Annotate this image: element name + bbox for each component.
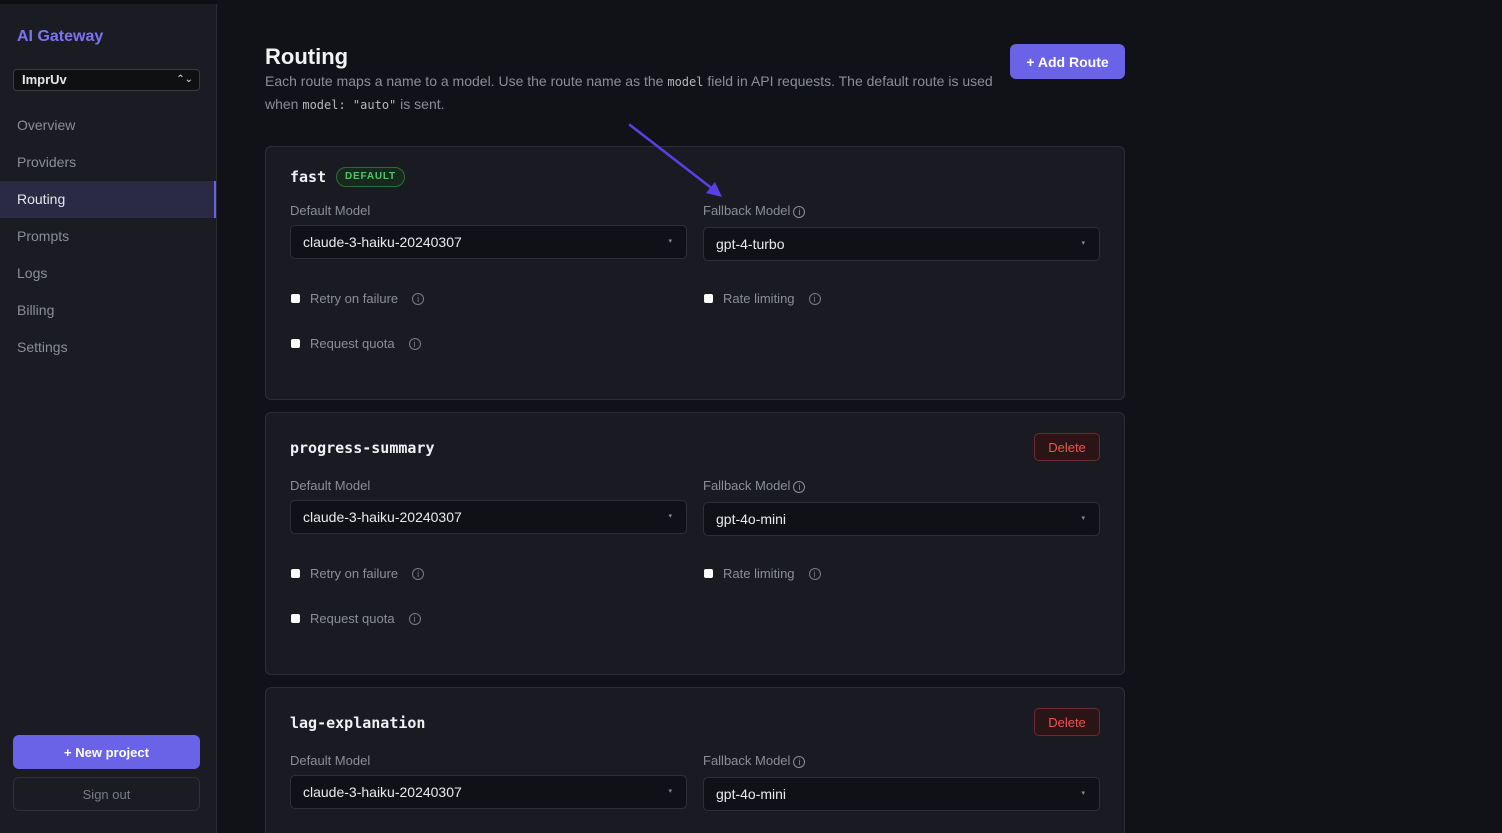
new-project-button[interactable]: + New project — [13, 735, 200, 769]
route-name: fast — [290, 168, 327, 186]
sidebar-item-settings[interactable]: Settings — [0, 329, 216, 366]
checkbox[interactable] — [704, 294, 713, 303]
rate-limiting-label: Rate limiting — [723, 291, 795, 306]
default-model-label: Default Model — [290, 203, 370, 218]
desc-code-auto: model: "auto" — [302, 98, 397, 112]
default-model-label-text: Default Model — [290, 478, 371, 493]
default-model-label-text: Default Model — [290, 753, 371, 768]
default-model-select[interactable]: claude-3-haiku-20240307 ▾ — [290, 225, 687, 259]
retry-label: Retry on failure — [310, 566, 399, 581]
chevron-down-icon: ▾ — [668, 513, 672, 520]
delete-route-button[interactable]: Delete — [1034, 433, 1100, 461]
checkbox[interactable] — [291, 614, 300, 623]
chevron-down-icon: ▾ — [668, 788, 672, 795]
default-model-value: claude-3-haiku-20240307 — [303, 509, 462, 525]
route-name: lag-explanation — [290, 714, 426, 732]
main-content: Routing Each route maps a name to a mode… — [217, 0, 1502, 833]
sidebar-item-providers[interactable]: Providers — [0, 144, 216, 181]
fallback-model-label: Fallback Model i — [703, 753, 806, 768]
rate-limiting-toggle[interactable]: Rate limiting i — [704, 291, 821, 306]
route-name: progress-summary — [290, 439, 435, 457]
page-description: Each route maps a name to a model. Use t… — [265, 70, 995, 116]
info-icon[interactable]: i — [808, 567, 821, 580]
chevron-down-icon: ▾ — [1081, 240, 1085, 247]
desc-code-model: model — [667, 75, 704, 89]
route-card-lag-explanation: lag-explanation Delete Default Model cla… — [265, 687, 1125, 833]
rate-limiting-toggle[interactable]: Rate limiting i — [704, 566, 821, 581]
info-icon[interactable]: i — [408, 337, 421, 350]
info-icon[interactable]: i — [412, 567, 425, 580]
chevron-down-icon: ▾ — [668, 238, 672, 245]
retry-on-failure-toggle[interactable]: Retry on failure i — [291, 291, 425, 306]
retry-on-failure-toggle[interactable]: Retry on failure i — [291, 566, 425, 581]
desc-text-1: Each route maps a name to a model. Use t… — [265, 73, 668, 89]
info-icon[interactable]: i — [793, 206, 806, 218]
fallback-model-select[interactable]: gpt-4o-mini ▾ — [703, 502, 1100, 536]
request-quota-label: Request quota — [310, 336, 395, 351]
default-model-select[interactable]: claude-3-haiku-20240307 ▾ — [290, 500, 687, 534]
info-icon[interactable]: i — [793, 756, 806, 768]
brand-logo[interactable]: AI Gateway — [17, 28, 103, 46]
checkbox[interactable] — [291, 339, 300, 348]
sidebar-item-prompts[interactable]: Prompts — [0, 218, 216, 255]
default-model-select[interactable]: claude-3-haiku-20240307 ▾ — [290, 775, 687, 809]
fallback-model-label-text: Fallback Model — [703, 203, 791, 218]
sidebar: AI Gateway ImprUv ⌃⌄ Overview Providers … — [0, 0, 217, 833]
fallback-model-label-text: Fallback Model — [703, 753, 791, 768]
default-badge: DEFAULT — [336, 167, 405, 187]
rate-limiting-label: Rate limiting — [723, 566, 795, 581]
desc-text-3: is sent. — [396, 96, 445, 112]
fallback-model-value: gpt-4-turbo — [716, 236, 785, 252]
info-icon[interactable]: i — [408, 612, 421, 625]
default-model-label-text: Default Model — [290, 203, 371, 218]
checkbox[interactable] — [704, 569, 713, 578]
fallback-model-value: gpt-4o-mini — [716, 786, 787, 802]
chevron-down-icon: ▾ — [1081, 515, 1085, 522]
fallback-model-label: Fallback Model i — [703, 203, 806, 218]
sign-out-button[interactable]: Sign out — [13, 777, 200, 811]
project-selector[interactable]: ImprUv ⌃⌄ — [13, 69, 200, 91]
chevron-updown-icon: ⌃⌄ — [176, 74, 193, 85]
default-model-label: Default Model — [290, 753, 370, 768]
sidebar-item-logs[interactable]: Logs — [0, 255, 216, 292]
page-title: Routing — [265, 44, 349, 69]
info-icon[interactable]: i — [808, 292, 821, 305]
fallback-model-value: gpt-4o-mini — [716, 511, 787, 527]
default-model-value: claude-3-haiku-20240307 — [303, 784, 462, 800]
checkbox[interactable] — [291, 569, 300, 578]
sidebar-item-overview[interactable]: Overview — [0, 107, 216, 144]
sidebar-item-routing[interactable]: Routing — [0, 181, 216, 218]
request-quota-toggle[interactable]: Request quota i — [291, 336, 421, 351]
project-selector-value: ImprUv — [22, 72, 67, 87]
info-icon[interactable]: i — [793, 481, 806, 493]
retry-label: Retry on failure — [310, 291, 399, 306]
checkbox[interactable] — [291, 294, 300, 303]
default-model-value: claude-3-haiku-20240307 — [303, 234, 462, 250]
sidebar-top-strip — [0, 0, 217, 4]
fallback-model-select[interactable]: gpt-4o-mini ▾ — [703, 777, 1100, 811]
fallback-model-label-text: Fallback Model — [703, 478, 791, 493]
delete-route-button[interactable]: Delete — [1034, 708, 1100, 736]
fallback-model-label: Fallback Model i — [703, 478, 806, 493]
request-quota-toggle[interactable]: Request quota i — [291, 611, 421, 626]
route-card-progress-summary: progress-summary Delete Default Model cl… — [265, 412, 1125, 675]
chevron-down-icon: ▾ — [1081, 790, 1085, 797]
default-model-label: Default Model — [290, 478, 370, 493]
info-icon[interactable]: i — [412, 292, 425, 305]
add-route-button[interactable]: + Add Route — [1010, 44, 1125, 79]
sidebar-nav: Overview Providers Routing Prompts Logs … — [0, 107, 216, 366]
route-card-fast: fast DEFAULT Default Model claude-3-haik… — [265, 146, 1125, 400]
request-quota-label: Request quota — [310, 611, 395, 626]
sidebar-item-billing[interactable]: Billing — [0, 292, 216, 329]
fallback-model-select[interactable]: gpt-4-turbo ▾ — [703, 227, 1100, 261]
